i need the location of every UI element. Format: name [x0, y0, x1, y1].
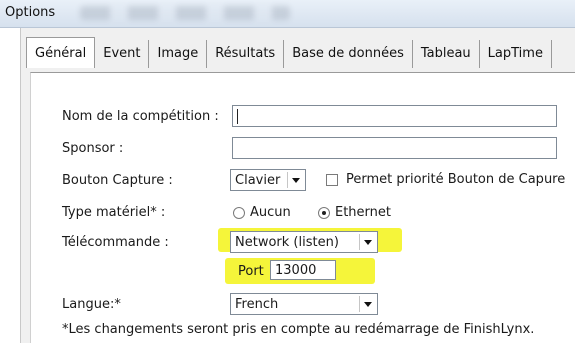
competition-name-label: Nom de la compétition : — [62, 109, 219, 124]
capture-button-select[interactable]: Clavier — [230, 169, 306, 191]
sponsor-input[interactable] — [232, 137, 557, 159]
port-label: Port — [238, 264, 264, 279]
tab-database[interactable]: Base de données — [284, 40, 413, 68]
language-label: Langue:* — [62, 297, 121, 312]
chevron-down-icon — [359, 296, 375, 312]
language-select[interactable]: French — [230, 293, 378, 315]
tab-image[interactable]: Image — [149, 40, 208, 68]
language-value: French — [235, 297, 279, 312]
radio-selected-dot — [322, 211, 326, 215]
chevron-down-icon — [359, 234, 375, 250]
window-title: Options — [5, 5, 56, 20]
remote-control-label: Télécommande : — [62, 235, 169, 250]
hardware-ethernet-label: Ethernet — [335, 205, 391, 220]
hardware-radio-ethernet[interactable] — [318, 207, 330, 219]
blurred-title-area — [80, 6, 290, 20]
capture-priority-label: Permet priorité Bouton de Capure — [346, 172, 566, 187]
tab-event[interactable]: Event — [95, 40, 150, 68]
tab-general[interactable]: Général — [26, 37, 96, 68]
sponsor-label: Sponsor : — [62, 141, 124, 156]
port-value: 13000 — [275, 263, 317, 278]
hardware-none-label: Aucun — [250, 205, 291, 220]
text-caret — [237, 109, 238, 124]
tab-results[interactable]: Résultats — [207, 40, 285, 68]
capture-priority-checkbox[interactable] — [326, 174, 338, 186]
window-titlebar: Options — [0, 0, 575, 28]
tab-tableau[interactable]: Tableau — [413, 40, 480, 68]
tab-laptime[interactable]: LapTime — [480, 40, 552, 68]
tab-strip: Général Event Image Résultats Base de do… — [26, 37, 552, 70]
port-input[interactable]: 13000 — [270, 260, 336, 280]
restart-footnote: *Les changements seront pris en compte a… — [62, 322, 535, 337]
capture-button-value: Clavier — [235, 173, 281, 188]
remote-control-value: Network (listen) — [235, 235, 339, 250]
competition-name-input[interactable] — [232, 105, 557, 127]
chevron-down-icon — [287, 172, 303, 188]
remote-control-select[interactable]: Network (listen) — [230, 231, 378, 253]
hardware-radio-none[interactable] — [233, 207, 245, 219]
hardware-type-label: Type matériel* : — [62, 205, 166, 220]
capture-button-label: Bouton Capture : — [62, 173, 173, 188]
